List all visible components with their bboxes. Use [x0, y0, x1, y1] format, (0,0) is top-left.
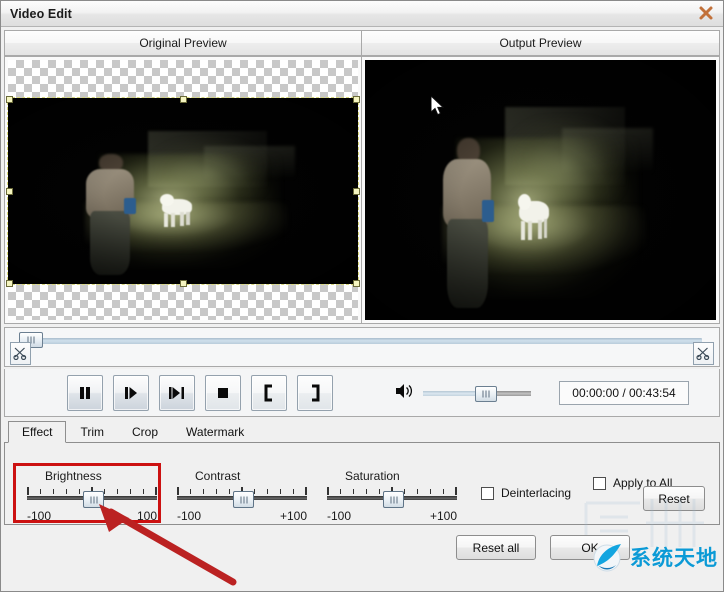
tab-watermark[interactable]: Watermark	[172, 421, 258, 442]
reset-button[interactable]: Reset	[643, 486, 705, 511]
output-preview-header: Output Preview	[362, 30, 720, 56]
footer-buttons: Reset all OK	[456, 535, 630, 560]
trim-end-handle[interactable]	[693, 342, 714, 365]
selection-handle-bl[interactable]	[6, 280, 13, 287]
timeline-track[interactable]	[22, 338, 702, 344]
scissors-icon	[13, 347, 27, 360]
pause-icon	[80, 386, 90, 399]
time-display: 00:00:00 / 00:43:54	[559, 380, 689, 405]
selection-handle-br[interactable]	[353, 280, 360, 287]
step-forward-icon	[125, 386, 137, 399]
mouse-cursor-icon	[431, 96, 445, 116]
selection-handle-mr[interactable]	[353, 188, 360, 195]
edit-tabs: Effect Trim Crop Watermark	[4, 420, 720, 443]
timeline-strip[interactable]	[4, 327, 720, 367]
selection-handle-ml[interactable]	[6, 188, 13, 195]
bracket-left-icon	[264, 384, 272, 401]
next-frame-button[interactable]	[159, 374, 195, 411]
saturation-thumb[interactable]	[383, 491, 404, 508]
ok-button[interactable]: OK	[550, 535, 630, 560]
output-preview-pane[interactable]	[362, 56, 720, 324]
original-preview-header: Original Preview	[4, 30, 362, 56]
contrast-thumb-grip	[240, 496, 247, 503]
frame-forward-icon	[169, 386, 184, 399]
transport-bar: 00:00:00 / 00:43:54	[4, 369, 720, 417]
mark-in-button[interactable]	[251, 374, 287, 411]
footer-bar: Reset all OK 系统天地	[4, 499, 720, 588]
contrast-label: Contrast	[195, 469, 241, 483]
volume-control	[395, 382, 531, 403]
video-edit-window: Video Edit Original Preview Output Previ…	[0, 0, 724, 592]
tab-crop[interactable]: Crop	[118, 421, 172, 442]
tab-trim[interactable]: Trim	[66, 421, 118, 442]
contrast-slider-group: Contrast -100 +100	[177, 469, 307, 523]
original-preview-pane[interactable]	[4, 56, 362, 324]
reset-all-button[interactable]: Reset all	[456, 535, 536, 560]
brightness-thumb-grip	[90, 496, 97, 503]
brightness-slider-group: Brightness -100 100	[27, 469, 157, 523]
pause-button[interactable]	[67, 374, 103, 411]
watermark-text: 系统天地	[630, 546, 718, 570]
output-video-frame	[365, 60, 716, 320]
close-button[interactable]	[695, 3, 717, 23]
contrast-max-label: +100	[279, 509, 307, 523]
brightness-label: Brightness	[45, 469, 102, 483]
saturation-slider-group: Saturation -100 +100	[327, 469, 457, 523]
selection-handle-tr[interactable]	[353, 96, 360, 103]
effect-panel: Brightness -100 100 Contrast -100 +100 S…	[4, 443, 720, 525]
trim-start-handle[interactable]	[10, 342, 31, 365]
apply-to-all-checkbox[interactable]	[593, 476, 606, 490]
mark-out-button[interactable]	[297, 374, 333, 411]
title-bar: Video Edit	[1, 1, 723, 27]
volume-thumb[interactable]	[475, 385, 497, 402]
brightness-thumb[interactable]	[83, 491, 104, 508]
saturation-min-label: -100	[327, 509, 352, 523]
saturation-max-label: +100	[429, 509, 457, 523]
brightness-max-label: 100	[136, 509, 157, 523]
original-video-frame	[7, 97, 359, 285]
stop-icon	[218, 387, 228, 398]
window-title: Video Edit	[10, 6, 72, 21]
bracket-right-icon	[312, 384, 320, 401]
speaker-button[interactable]	[395, 382, 415, 403]
saturation-thumb-grip	[390, 496, 397, 503]
stop-button[interactable]	[205, 374, 241, 411]
selection-handle-tm[interactable]	[180, 96, 187, 103]
saturation-label: Saturation	[345, 469, 400, 483]
volume-track-filled	[423, 390, 481, 396]
selection-handle-bm[interactable]	[180, 280, 187, 287]
deinterlacing-label: Deinterlacing	[501, 486, 572, 500]
deinterlacing-row[interactable]: Deinterlacing	[481, 486, 571, 500]
brightness-min-label: -100	[27, 509, 52, 523]
play-next-button[interactable]	[113, 374, 149, 411]
preview-panes	[4, 56, 720, 324]
close-x-icon	[699, 6, 713, 20]
volume-thumb-grip	[482, 390, 490, 397]
scissors-icon	[696, 347, 710, 360]
contrast-min-label: -100	[177, 509, 202, 523]
deinterlacing-checkbox[interactable]	[481, 486, 494, 500]
volume-slider[interactable]	[423, 385, 531, 402]
preview-header-bar: Original Preview Output Preview	[4, 30, 720, 56]
speaker-icon	[396, 384, 413, 398]
contrast-thumb[interactable]	[233, 491, 254, 508]
selection-handle-tl[interactable]	[6, 96, 13, 103]
tab-effect[interactable]: Effect	[8, 421, 67, 443]
